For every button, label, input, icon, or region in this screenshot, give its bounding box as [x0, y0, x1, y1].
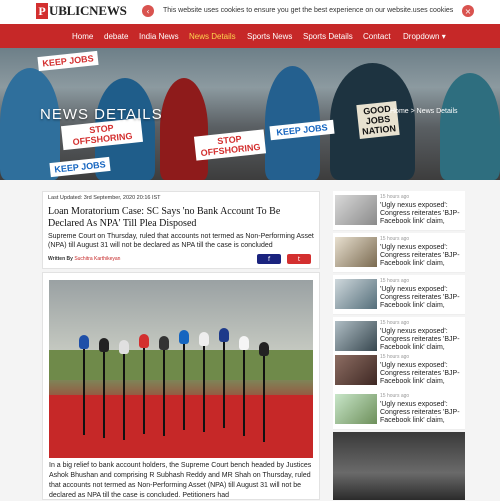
nav-sports-news[interactable]: Sports News	[247, 32, 292, 41]
news-time: 15 hours ago	[380, 320, 410, 326]
protester-figure	[160, 78, 208, 180]
news-thumbnail	[335, 237, 377, 267]
top-bar: P UBLICNEWS ‹ This website uses cookies …	[0, 0, 500, 24]
article-header: Last Updated: 3rd September, 2020 20:16 …	[42, 191, 320, 269]
news-title[interactable]: 'Ugly nexus exposed': Congress reiterate…	[380, 202, 464, 226]
nav-india-news[interactable]: India News	[139, 32, 179, 41]
cookie-notice-text: This website uses cookies to ensure you …	[163, 7, 454, 14]
protester-figure	[440, 73, 500, 180]
cookie-close-button[interactable]: ×	[462, 5, 474, 17]
news-time: 15 hours ago	[380, 393, 410, 399]
article-image	[49, 280, 313, 458]
news-time: 15 hours ago	[380, 194, 410, 200]
hero-banner: KEEP JOBS STOP OFFSHORING KEEP JOBS GOOD…	[0, 48, 500, 180]
author-prefix: Written By	[48, 256, 73, 262]
main-nav: Home debate India News News Details Spor…	[0, 24, 500, 48]
nav-dropdown[interactable]: Dropdown ▾	[403, 32, 446, 41]
nav-debate[interactable]: debate	[104, 32, 128, 41]
news-title[interactable]: 'Ugly nexus exposed': Congress reiterate…	[380, 244, 464, 268]
site-logo[interactable]: P UBLICNEWS	[36, 3, 127, 19]
sidebar-video[interactable]	[333, 432, 465, 500]
nav-home[interactable]: Home	[72, 32, 93, 41]
article-author: Written By Suchitra Karthikeyan	[48, 256, 120, 262]
protest-sign: KEEP JOBS	[37, 50, 99, 72]
sidebar-news-item[interactable]: 15 hours ago 'Ugly nexus exposed': Congr…	[333, 233, 465, 273]
logo-text: UBLICNEWS	[49, 3, 127, 18]
protest-sign: GOOD JOBS NATION	[356, 101, 400, 139]
facebook-share-button[interactable]: f	[257, 254, 281, 264]
nav-news-details[interactable]: News Details	[189, 32, 236, 41]
sidebar-news-item[interactable]: 15 hours ago 'Ugly nexus exposed': Congr…	[333, 390, 465, 430]
news-thumbnail	[335, 279, 377, 309]
nav-sports-details[interactable]: Sports Details	[303, 32, 353, 41]
article-headline: Loan Moratorium Case: SC Says 'no Bank A…	[48, 206, 281, 229]
sidebar-news-item[interactable]: 15 hours ago 'Ugly nexus exposed': Congr…	[333, 351, 465, 391]
news-thumbnail	[335, 394, 377, 424]
article-content: In a big relief to bank account holders,…	[42, 272, 320, 500]
twitter-share-button[interactable]: t	[287, 254, 311, 264]
news-thumbnail	[335, 355, 377, 385]
news-thumbnail	[335, 321, 377, 351]
cookie-prev-button[interactable]: ‹	[142, 5, 154, 17]
news-thumbnail	[335, 195, 377, 225]
sidebar-news-item[interactable]: 15 hours ago 'Ugly nexus exposed': Congr…	[333, 275, 465, 315]
news-time: 15 hours ago	[380, 278, 410, 284]
author-name[interactable]: Suchitra Karthikeyan	[74, 256, 120, 262]
news-time: 15 hours ago	[380, 354, 410, 360]
news-title[interactable]: 'Ugly nexus exposed': Congress reiterate…	[380, 362, 464, 386]
news-title[interactable]: 'Ugly nexus exposed': Congress reiterate…	[380, 328, 464, 352]
article-body: In a big relief to bank account holders,…	[49, 462, 312, 499]
news-title[interactable]: 'Ugly nexus exposed': Congress reiterate…	[380, 401, 464, 425]
news-time: 15 hours ago	[380, 236, 410, 242]
sidebar-news-item[interactable]: 15 hours ago 'Ugly nexus exposed': Congr…	[333, 191, 465, 231]
last-updated: Last Updated: 3rd September, 2020 20:16 …	[48, 195, 161, 201]
logo-mark: P	[36, 3, 48, 19]
news-title[interactable]: 'Ugly nexus exposed': Congress reiterate…	[380, 286, 464, 310]
page-title: NEWS DETAILS	[40, 106, 163, 123]
nav-contact[interactable]: Contact	[363, 32, 391, 41]
article-summary: Supreme Court on Thursday, ruled that ac…	[48, 233, 314, 249]
breadcrumb[interactable]: Home > News Details	[390, 108, 458, 115]
